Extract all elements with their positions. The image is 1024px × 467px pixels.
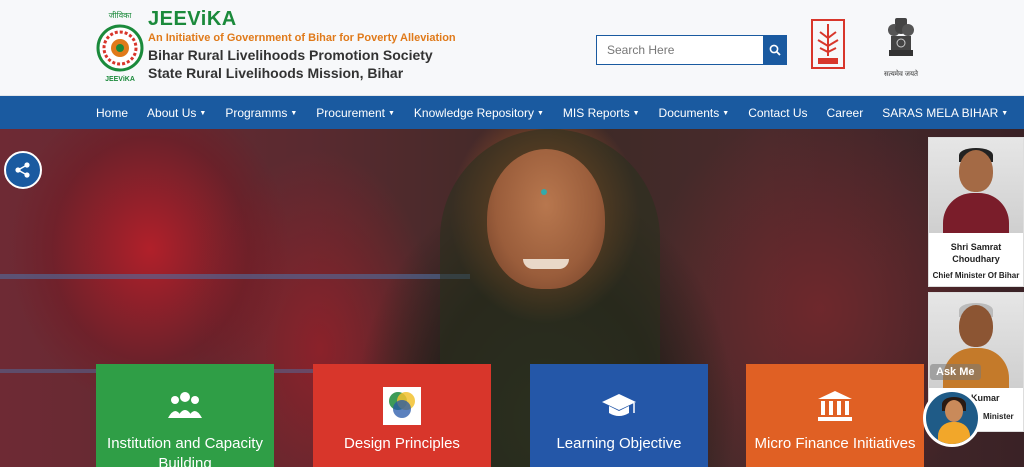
card-label: Learning Objective [556,435,682,452]
venn-diagram-icon [382,386,422,426]
nav-item-programms[interactable]: Programms ▼ [225,106,297,120]
group-icon [165,386,205,426]
org-name-line1: Bihar Rural Livelihoods Promotion Societ… [148,47,433,63]
bihar-govt-logo [811,19,845,69]
leader-head [959,150,993,192]
nav-label: Procurement [316,105,385,120]
search-button[interactable] [763,35,787,65]
page: जीविका JEEViKA JEEViKA An Initiative of … [0,0,1024,467]
ashoka-emblem-icon [888,18,914,56]
leader-photo [929,138,1023,233]
brand-block: JEEViKA An Initiative of Government of B… [148,8,456,81]
search-box [596,35,787,65]
nav-label: SARAS MELA BIHAR [882,105,999,120]
assistant-head [945,400,963,422]
site-header: जीविका JEEViKA JEEViKA An Initiative of … [0,0,1024,96]
nav-label: Knowledge Repository [413,105,534,120]
assistant-chat-button[interactable] [923,389,981,447]
ask-me-label[interactable]: Ask Me [930,364,981,380]
caret-down-icon: ▼ [199,109,207,117]
svg-text:जीविका: जीविका [109,10,133,20]
nav-item-about-us[interactable]: About Us ▼ [147,106,206,120]
leader-body [943,193,1009,233]
card-label: Design Principles [344,435,460,452]
main-nav: Home About Us ▼ Programms ▼ Procurement ▼ K… [0,96,1024,129]
jeevika-emblem-logo[interactable]: जीविका JEEViKA [94,8,146,84]
nav-label: Contact Us [748,105,808,120]
bank-building-icon [815,386,855,426]
leader-head [959,305,993,347]
card-label: Micro Finance Initiatives [754,435,916,452]
national-emblem-logo: सत्यमेव जयते [882,14,920,78]
nav-label: MIS Reports [562,105,630,120]
caret-down-icon: ▼ [1001,109,1009,117]
card-learning-objective[interactable]: Learning Objective [530,364,708,467]
card-design-principles[interactable]: Design Principles [313,364,491,467]
caret-down-icon: ▼ [722,109,730,117]
nav-label: Home [96,105,129,120]
leader-role-partial: Minister [983,412,1014,421]
share-button[interactable] [4,151,42,189]
nav-item-procurement[interactable]: Procurement ▼ [316,106,395,120]
card-micro-finance-initiatives[interactable]: Micro Finance Initiatives [746,364,924,467]
caret-down-icon: ▼ [290,109,298,117]
card-institution-capacity-building[interactable]: Institution and Capacity Building [96,364,274,467]
card-label: Institution and Capacity Building [107,435,263,467]
nav-label: About Us [147,105,197,120]
nav-label: Programms [225,105,288,120]
nav-item-saras-mela-bihar[interactable]: SARAS MELA BIHAR ▼ [882,106,1008,120]
caret-down-icon: ▼ [387,109,395,117]
search-input[interactable] [596,35,763,65]
brand-tagline: An Initiative of Government of Bihar for… [148,32,456,44]
hero-figure-bindi [541,189,547,195]
svg-text:JEEViKA: JEEViKA [105,76,135,83]
nav-label: Documents [658,105,720,120]
org-name-line2: State Rural Livelihoods Mission, Bihar [148,65,404,81]
nav-label: Career [826,105,864,120]
assistant-body [938,422,970,444]
share-icon [15,162,30,178]
nav-item-contact-us[interactable]: Contact Us [748,106,807,120]
caret-down-icon: ▼ [536,109,544,117]
nav-item-documents[interactable]: Documents ▼ [659,106,730,120]
emblem-caption: सत्यमेव जयते [883,71,919,78]
hero-figure-smile [523,259,569,269]
leader-name: Shri Samrat Choudhary [950,242,1002,264]
nav-item-home[interactable]: Home [96,106,128,120]
nav-item-knowledge-repository[interactable]: Knowledge Repository ▼ [414,106,544,120]
hero-shelf [0,274,470,279]
graduation-cap-icon [599,386,639,426]
leaders-panel: Shri Samrat Choudhary Chief Minister Of … [928,137,1024,432]
nav-item-mis-reports[interactable]: MIS Reports ▼ [563,106,640,120]
leader-card-chief-minister[interactable]: Shri Samrat Choudhary Chief Minister Of … [928,137,1024,287]
nav-item-career[interactable]: Career [827,106,864,120]
caret-down-icon: ▼ [632,109,640,117]
search-icon [769,44,781,56]
brand-name: JEEViKA [148,8,237,30]
leader-role: Chief Minister Of Bihar [932,271,1020,280]
